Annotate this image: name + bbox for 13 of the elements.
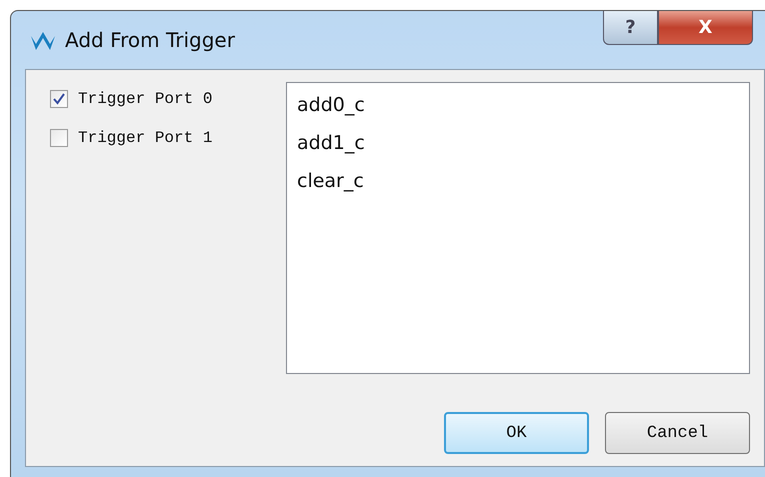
check-icon	[53, 93, 65, 105]
checkbox-label: Trigger Port 1	[78, 129, 212, 147]
window-title: Add From Trigger	[65, 28, 235, 52]
list-item[interactable]: add1_c	[297, 127, 739, 159]
ok-button[interactable]: OK	[444, 412, 589, 454]
list-item[interactable]: clear_c	[297, 165, 739, 197]
help-button[interactable]: ?	[603, 11, 658, 45]
cancel-button[interactable]: Cancel	[605, 412, 750, 454]
list-item[interactable]: add0_c	[297, 89, 739, 121]
checkbox[interactable]	[50, 129, 68, 147]
close-button[interactable]: X	[658, 11, 753, 45]
checkbox[interactable]	[50, 90, 68, 108]
checkbox-label: Trigger Port 0	[78, 90, 212, 108]
